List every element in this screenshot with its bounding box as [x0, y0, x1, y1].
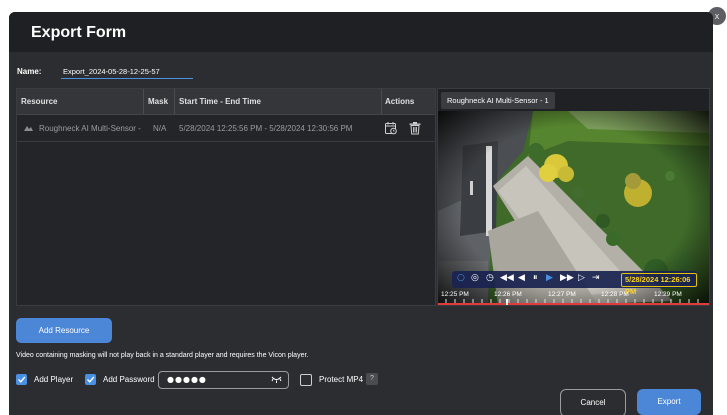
grid-header: Resource Mask Start Time - End Time Acti… — [17, 89, 435, 115]
checkmark-icon — [87, 376, 95, 383]
dialog-title: Export Form — [31, 24, 127, 41]
snapshot-icon[interactable]: ◎ — [471, 273, 479, 283]
name-label: Name: — [17, 67, 42, 76]
step-forward-icon[interactable]: ▷ — [578, 273, 585, 283]
column-time-range[interactable]: Start Time - End Time — [179, 97, 261, 106]
column-resource[interactable]: Resource — [21, 97, 57, 106]
add-player-checkbox[interactable] — [16, 374, 27, 385]
playback-controls: ○ ◎ ◷ ◀◀ ◀ ⏸ ▶ ▶▶ ▷ ⇥ 5/28/2024 12:26:06… — [452, 271, 697, 296]
add-resource-button[interactable]: Add Resource — [16, 318, 112, 343]
timeline-label: 12:25 PM — [441, 291, 469, 298]
add-password-checkbox[interactable] — [85, 374, 96, 385]
edit-schedule-icon[interactable] — [384, 121, 398, 135]
row-resource: Roughneck AI Multi-Sensor - 1 — [39, 124, 143, 133]
camera-icon — [24, 126, 33, 131]
play-icon[interactable]: ▶ — [546, 273, 553, 283]
timeline-label: 12:26 PM — [494, 291, 522, 298]
video-frame[interactable]: ○ ◎ ◷ ◀◀ ◀ ⏸ ▶ ▶▶ ▷ ⇥ 5/28/2024 12:26:06… — [438, 111, 709, 305]
hide-password-icon[interactable] — [271, 375, 282, 385]
timeline-label: 12:29 PM — [654, 291, 682, 298]
dialog-header: Export Form — [9, 12, 713, 52]
name-input[interactable] — [61, 64, 193, 79]
timeline-label: 12:28 PM — [601, 291, 629, 298]
row-mask: N/A — [153, 124, 167, 133]
password-mask: ●●●●● — [167, 375, 207, 384]
timeline-playhead — [506, 299, 508, 305]
rewind-icon[interactable]: ◀◀ — [500, 273, 514, 283]
resource-grid: Resource Mask Start Time - End Time Acti… — [16, 88, 436, 306]
clock-icon[interactable]: ◷ — [486, 273, 494, 283]
timeline-label: 12:27 PM — [548, 291, 576, 298]
export-form-dialog: Export Form Name: Resource Mask Start Ti… — [9, 12, 713, 415]
trash-icon[interactable] — [408, 121, 422, 135]
fast-forward-icon[interactable]: ▶▶ — [560, 273, 574, 283]
checkmark-icon — [18, 376, 26, 383]
column-mask[interactable]: Mask — [148, 97, 168, 106]
add-player-label: Add Player — [34, 375, 74, 384]
add-password-label: Add Password — [103, 375, 155, 384]
skip-to-end-icon[interactable]: ⇥ — [592, 273, 600, 283]
protect-mp4-label: Protect MP4 — [319, 375, 364, 384]
column-actions: Actions — [385, 97, 415, 106]
pause-icon[interactable]: ⏸ — [533, 273, 538, 283]
protect-mp4-checkbox[interactable] — [300, 374, 312, 386]
masking-warning: Video containing masking will not play b… — [16, 352, 309, 359]
video-preview-panel: Roughneck AI Multi-Sensor - 1 ○ ◎ ◷ ◀◀ ◀… — [437, 88, 710, 306]
loop-icon[interactable]: ○ — [457, 273, 465, 283]
cancel-button[interactable]: Cancel — [560, 389, 626, 415]
password-input[interactable]: ●●●●● — [158, 371, 289, 389]
help-icon[interactable]: ? — [366, 373, 378, 385]
video-timestamp: 5/28/2024 12:26:06 PM — [621, 273, 697, 296]
table-row[interactable]: Roughneck AI Multi-Sensor - 1 N/A 5/28/2… — [17, 115, 435, 142]
step-back-icon[interactable]: ◀ — [518, 273, 525, 283]
export-button[interactable]: Export — [637, 389, 701, 415]
row-time-range: 5/28/2024 12:25:56 PM - 5/28/2024 12:30:… — [179, 124, 353, 133]
timeline-track[interactable] — [438, 299, 709, 305]
preview-camera-tab[interactable]: Roughneck AI Multi-Sensor - 1 — [441, 92, 555, 109]
